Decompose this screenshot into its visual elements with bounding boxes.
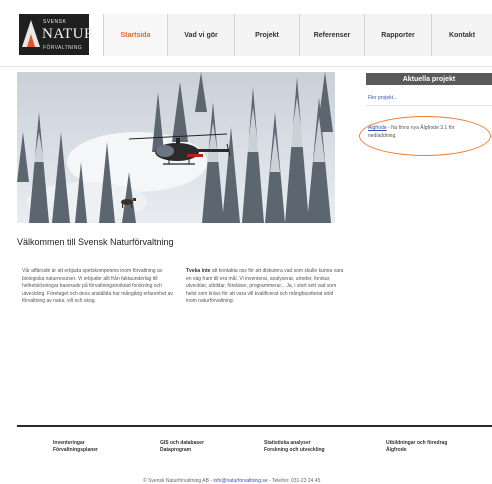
copyright-text: © Svensk Naturförvaltning AB - (143, 478, 214, 484)
main-nav: Startsida Vad vi gör Projekt Referenser … (103, 14, 492, 56)
intro-text-left: Vår affärsidé är att erbjuda spetskompet… (22, 268, 173, 305)
nav-item-projekt[interactable]: Projekt (234, 14, 299, 56)
hero-image (17, 72, 335, 223)
logo-text-natur: NATUR (42, 26, 95, 42)
nav-item-startsida[interactable]: Startsida (103, 14, 167, 56)
phone-text: - Telefon: 031-23 24 45 (267, 478, 321, 484)
sidebar-heading: Aktuella projekt (366, 73, 492, 85)
footer-col-2-line2: Dataprogram (160, 446, 192, 453)
nav-divider (0, 66, 492, 67)
footer-col-4-line1: Utbildningar och föredrag (386, 440, 448, 446)
sidebar-divider (366, 105, 492, 106)
footer-col-4-line2: Älgfrode (386, 446, 407, 453)
copyright-line: © Svensk Naturförvaltning AB - info@natu… (143, 478, 320, 484)
nav-item-referenser[interactable]: Referenser (299, 14, 364, 56)
footer-col-1-line2: Förvaltningsplaner (53, 446, 99, 453)
site-logo[interactable]: SVENSK NATUR FÖRVALTNING (19, 14, 94, 55)
nav-item-rapporter[interactable]: Rapporter (364, 14, 431, 56)
footer-col-4[interactable]: Utbildningar och föredrag Älgfrode (386, 440, 447, 453)
nav-item-kontakt[interactable]: Kontakt (431, 14, 492, 56)
intro-text-right-body: att kontakta oss för att diskutera vad s… (186, 268, 344, 305)
logo-text-svensk: SVENSK (43, 19, 67, 25)
email-link[interactable]: info@naturforvaltning.se (213, 478, 267, 484)
hero-scene (17, 72, 335, 223)
footer-col-3[interactable]: Statistiska analyser Forskning och utvec… (264, 440, 325, 453)
footer-col-1[interactable]: Inventeringar Förvaltningsplaner (53, 440, 98, 453)
footer-col-3-line2: Forskning och utveckling (264, 446, 325, 453)
highlight-oval (359, 116, 491, 156)
more-projects-link[interactable]: Fler projekt... (368, 95, 397, 101)
intro-text-right-bold: Tveka inte (186, 268, 211, 274)
logo-accent-shape (27, 34, 35, 47)
page-title: Välkommen till Svensk Naturförvaltning (17, 237, 174, 247)
intro-text-right: Tveka inte att kontakta oss för att disk… (186, 268, 344, 306)
footer-col-2[interactable]: GIS och databaser Dataprogram (160, 440, 204, 453)
footer-col-2-line1: GIS och databaser (160, 440, 204, 446)
logo-text-forvaltning: FÖRVALTNING (43, 45, 83, 51)
nav-item-vad-vi-gor[interactable]: Vad vi gör (167, 14, 234, 56)
footer-divider (17, 425, 492, 427)
